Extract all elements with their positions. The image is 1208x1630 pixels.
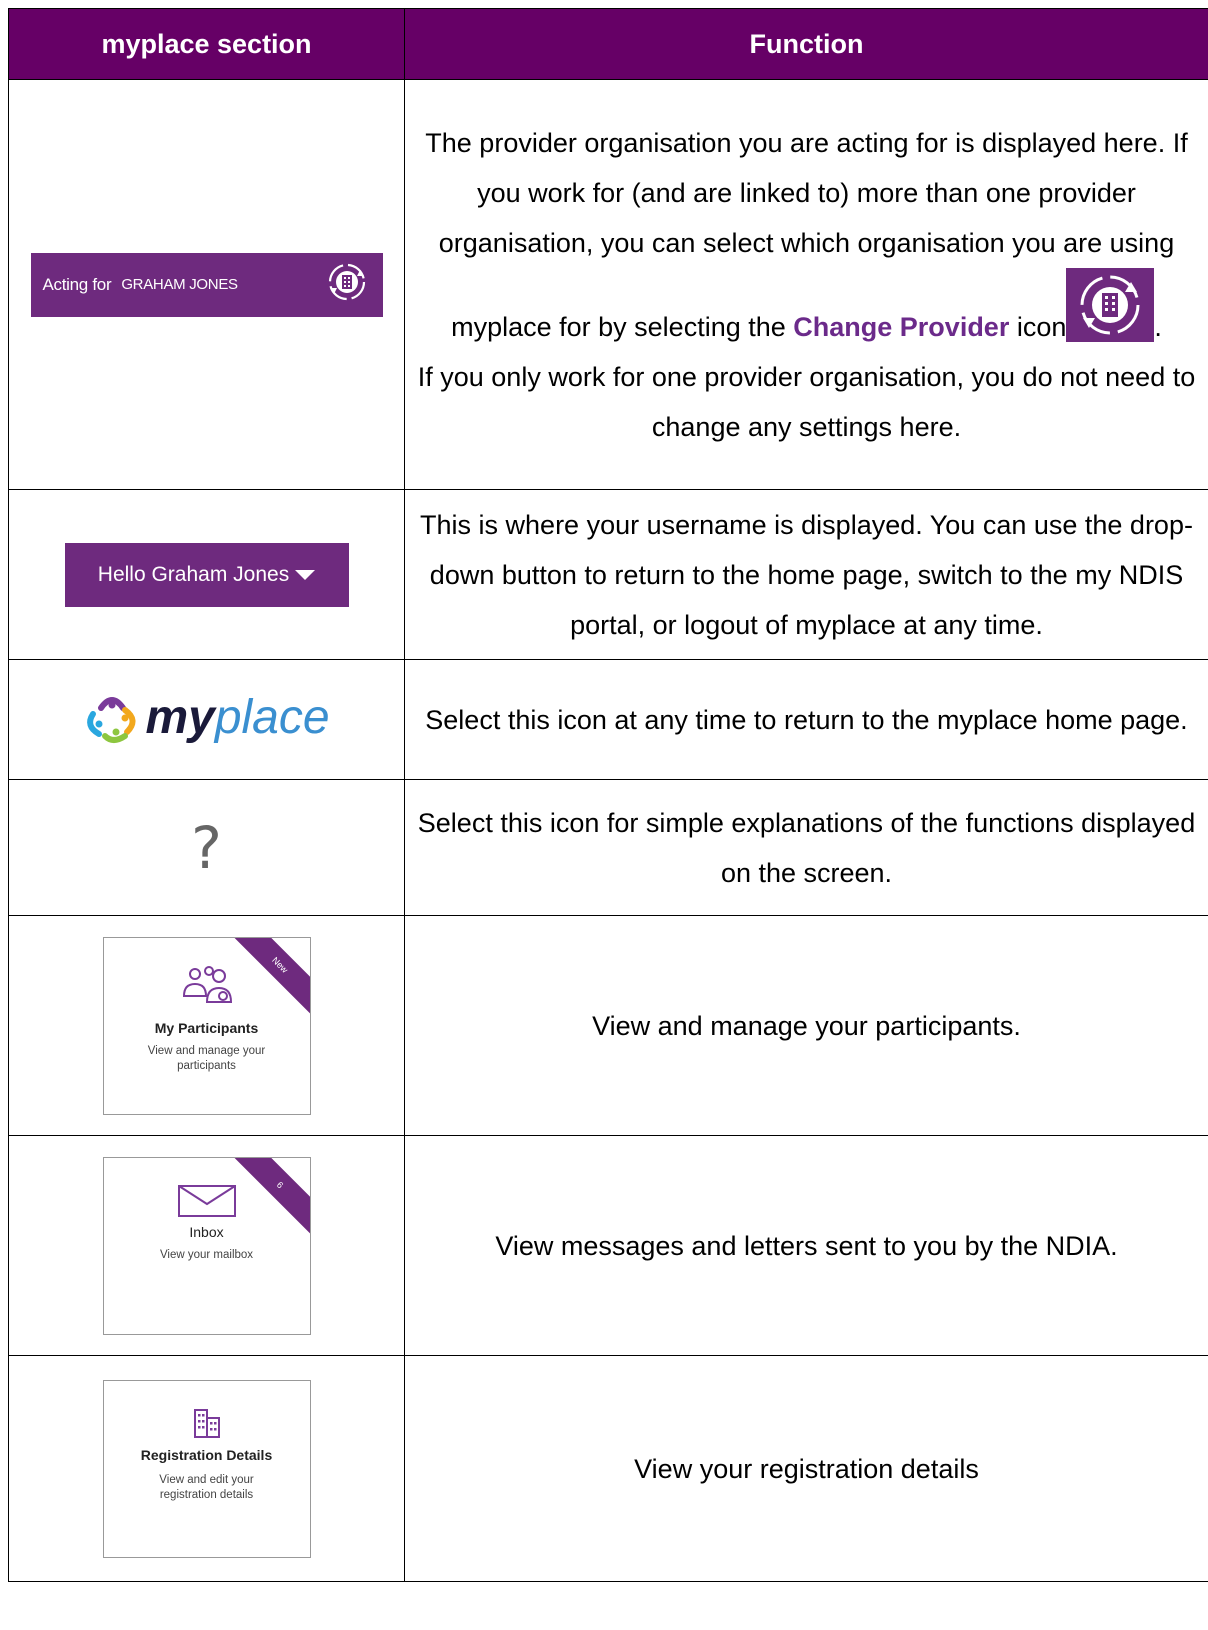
user-menu-dropdown[interactable]: Hello Graham Jones — [64, 542, 349, 607]
section-cell: Registration Details View and edit your … — [8, 1355, 405, 1582]
hello-label: Hello Graham Jones — [97, 562, 290, 586]
function-cell: Select this icon at any time to return t… — [404, 659, 1208, 780]
function-cell: View and manage your participants. — [404, 915, 1208, 1136]
section-cell: my place — [8, 659, 405, 780]
table-row: Acting for GRAHAM JONES The provider org… — [8, 79, 1208, 490]
change-provider-icon[interactable] — [327, 262, 367, 307]
registration-details-tile[interactable]: Registration Details View and edit your … — [102, 1379, 311, 1558]
table-row: 6 Inbox View your mailbox View messages … — [8, 1135, 1208, 1356]
function-cell: View messages and letters sent to you by… — [404, 1135, 1208, 1356]
tile-title: Inbox — [189, 1223, 224, 1240]
myplace-functions-table: myplace section Function Acting for GRAH… — [8, 8, 1208, 1582]
table-row: New My Participants View and manage your… — [8, 915, 1208, 1136]
section-cell: Acting for GRAHAM JONES — [8, 79, 405, 490]
acting-note: If you only work for one provider organi… — [417, 361, 1196, 442]
my-participants-tile[interactable]: New My Participants View and manage your… — [102, 936, 311, 1115]
header-myplace-section: myplace section — [8, 8, 405, 80]
function-cell: View your registration details — [404, 1355, 1208, 1582]
tile-title: My Participants — [154, 1019, 259, 1036]
myplace-logo[interactable]: my place — [83, 690, 330, 745]
section-cell: Hello Graham Jones — [8, 489, 405, 660]
tile-description: View and manage your participants — [147, 1044, 266, 1072]
icon-word: icon — [1016, 311, 1067, 342]
chevron-down-icon — [295, 569, 316, 580]
change-provider-link[interactable]: Change Provider — [793, 312, 1009, 342]
envelope-icon — [104, 1184, 310, 1223]
header-function: Function — [404, 8, 1208, 80]
acting-for-label: Acting for — [42, 274, 112, 294]
table-row: ? Select this icon for simple explanatio… — [8, 779, 1208, 916]
tile-description: View and edit your registration details — [159, 1473, 254, 1501]
myplace-logo-icon — [87, 696, 136, 743]
participants-icon — [104, 962, 310, 1011]
acting-for-bar[interactable]: Acting for GRAHAM JONES — [30, 252, 383, 317]
inline-change-provider-icon — [1066, 267, 1155, 342]
function-cell: Select this icon for simple explanations… — [404, 779, 1208, 916]
table-row: my place Select this icon at any time to … — [8, 659, 1208, 780]
section-cell: New My Participants View and manage your… — [8, 915, 405, 1136]
tile-description: View your mailbox — [159, 1248, 254, 1261]
table-header-row: myplace section Function — [8, 8, 1208, 80]
building-icon — [104, 1407, 310, 1444]
tile-title: Registration Details — [140, 1446, 273, 1463]
logo-text-my: my — [145, 691, 215, 745]
function-cell: This is where your username is displayed… — [404, 489, 1208, 660]
table-row: Registration Details View and edit your … — [8, 1355, 1208, 1582]
acting-for-name: GRAHAM JONES — [121, 276, 238, 293]
help-icon[interactable]: ? — [191, 814, 222, 882]
inbox-tile[interactable]: 6 Inbox View your mailbox — [102, 1156, 311, 1335]
period: . — [1154, 311, 1162, 342]
table-row: Hello Graham Jones This is where your us… — [8, 489, 1208, 660]
function-cell: The provider organisation you are acting… — [404, 79, 1208, 490]
logo-text-place: place — [214, 691, 330, 745]
section-cell: 6 Inbox View your mailbox — [8, 1135, 405, 1356]
section-cell: ? — [8, 779, 405, 916]
